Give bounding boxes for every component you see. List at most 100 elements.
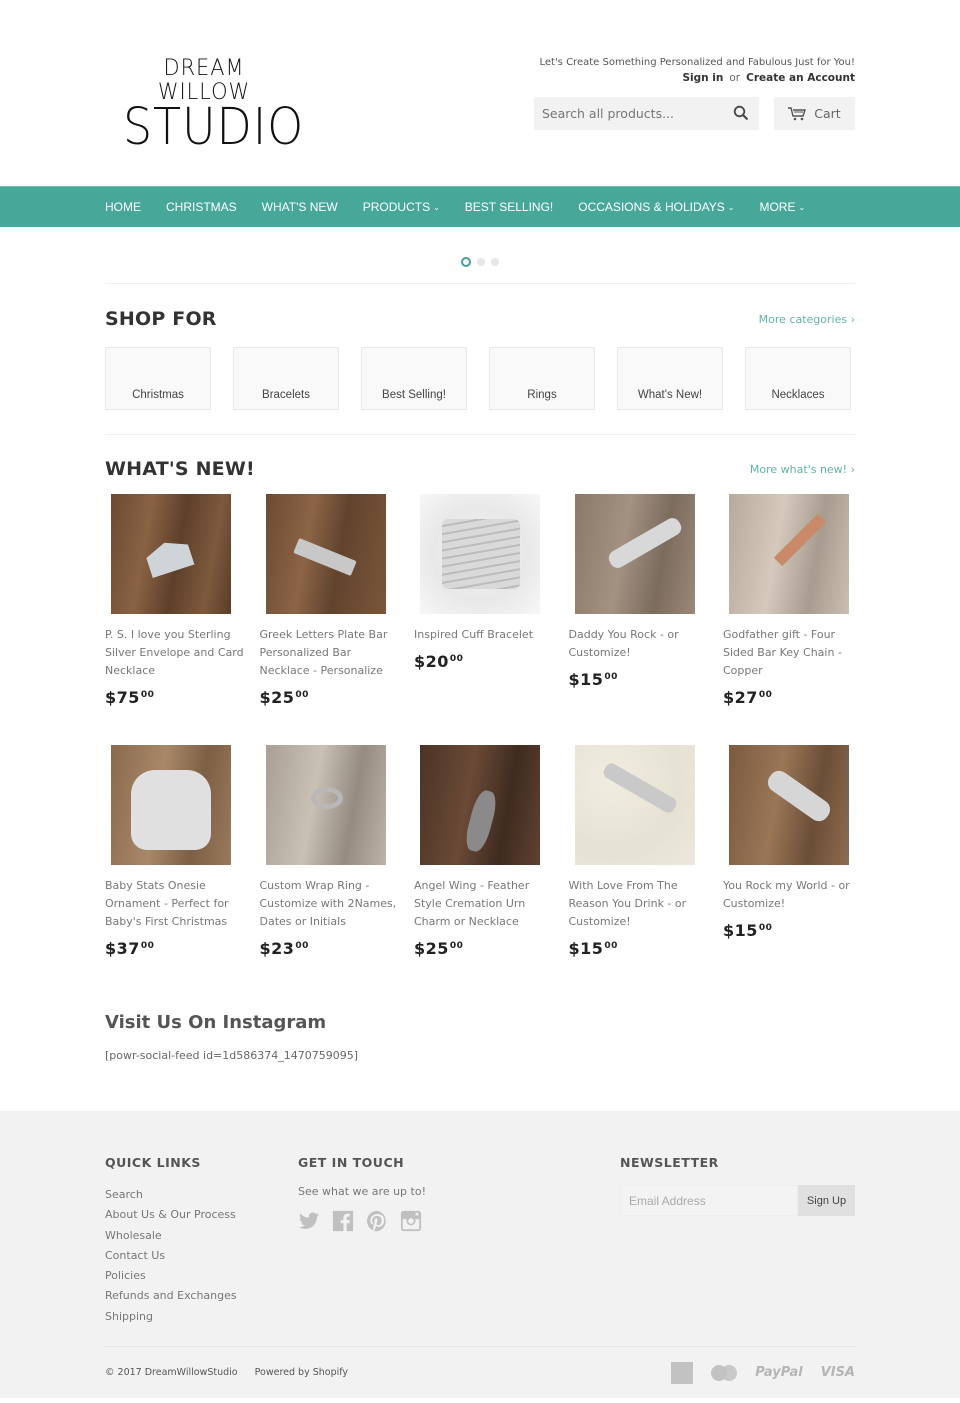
sign-up-button[interactable]: Sign Up xyxy=(798,1185,855,1216)
product-image[interactable] xyxy=(111,494,231,614)
nav-item-products[interactable]: PRODUCTS ⌄ xyxy=(363,200,440,214)
shop-for-title: SHOP FOR xyxy=(105,308,217,330)
product-card[interactable]: Angel Wing - Feather Style Cremation Urn… xyxy=(414,745,554,996)
category-tile[interactable]: Bracelets xyxy=(233,347,339,410)
product-name: You Rock my World - or Customize! xyxy=(723,879,850,910)
quick-links-title: QUICK LINKS xyxy=(105,1155,201,1170)
product-image[interactable] xyxy=(729,494,849,614)
email-field[interactable] xyxy=(620,1185,798,1216)
search-input[interactable] xyxy=(542,106,727,121)
nav-item-home[interactable]: HOME xyxy=(105,200,141,214)
product-image[interactable] xyxy=(574,494,695,614)
product-image[interactable] xyxy=(265,745,386,865)
category-label: What's New! xyxy=(637,389,703,401)
footer-link[interactable]: Wholesale xyxy=(105,1226,298,1246)
category-tile[interactable]: What's New! xyxy=(617,347,723,410)
twitter-icon xyxy=(298,1212,320,1229)
product-image[interactable] xyxy=(111,745,231,865)
product-name: Custom Wrap Ring - Customize with 2Names… xyxy=(259,879,397,928)
product-name: Daddy You Rock - or Customize! xyxy=(568,628,679,659)
category-tile[interactable]: Best Selling! xyxy=(361,347,467,410)
product-price: $2700 xyxy=(723,688,773,707)
product-card[interactable]: With Love From The Reason You Drink - or… xyxy=(569,745,709,996)
pinterest-icon xyxy=(367,1210,386,1232)
product-price: $2300 xyxy=(259,939,309,958)
product-price: $2500 xyxy=(414,939,464,958)
product-image[interactable] xyxy=(729,745,849,865)
footer-link[interactable]: Search xyxy=(105,1185,298,1205)
category-tile[interactable]: Christmas xyxy=(105,347,211,410)
more-whats-new-link[interactable]: More what's new! › xyxy=(750,463,855,476)
facebook-link[interactable] xyxy=(332,1210,354,1235)
product-name: Greek Letters Plate Bar Personalized Bar… xyxy=(259,628,388,677)
whats-new-section: WHAT'S NEW! More what's new! › P. S. I l… xyxy=(105,435,855,996)
footer-link[interactable]: Policies xyxy=(105,1266,298,1286)
main-nav: HOME CHRISTMAS WHAT'S NEW PRODUCTS ⌄ BEST SEL… xyxy=(0,186,960,227)
slider-dot[interactable] xyxy=(461,257,471,267)
more-categories-link[interactable]: More categories › xyxy=(759,313,855,326)
create-account-link[interactable]: Create an Account xyxy=(746,72,855,84)
get-in-touch-text: See what we are up to! xyxy=(298,1185,426,1198)
chevron-down-icon: ⌄ xyxy=(727,202,735,212)
whats-new-title: WHAT'S NEW! xyxy=(105,458,255,480)
mastercard-icon xyxy=(711,1364,738,1381)
nav-item-best-selling[interactable]: BEST SELLING! xyxy=(465,200,553,214)
slider-dot[interactable] xyxy=(491,258,499,266)
product-image[interactable] xyxy=(265,494,386,614)
nav-item-more[interactable]: MORE ⌄ xyxy=(759,200,805,214)
shop-for-section: SHOP FOR More categories › Christmas Brac… xyxy=(105,284,855,435)
nav-item-occasions-holidays[interactable]: OCCASIONS & HOLIDAYS ⌄ xyxy=(578,200,734,214)
instagram-icon xyxy=(400,1210,422,1232)
slider-dot[interactable] xyxy=(477,258,485,266)
product-name: Angel Wing - Feather Style Cremation Urn… xyxy=(414,879,530,928)
footer-bottom: © 2017 DreamWillowStudio Powered by Shop… xyxy=(105,1346,855,1394)
get-in-touch: GET IN TOUCH See what we are up to! xyxy=(298,1155,620,1346)
footer-link[interactable]: Contact Us xyxy=(105,1246,298,1266)
twitter-link[interactable] xyxy=(298,1210,320,1235)
paypal-icon: PayPal xyxy=(755,1365,803,1380)
logo-line-2: STUDIO xyxy=(123,98,305,157)
product-card[interactable]: You Rock my World - or Customize! $1500 xyxy=(723,745,863,996)
product-image[interactable] xyxy=(420,494,540,614)
nav-item-what-s-new[interactable]: WHAT'S NEW xyxy=(262,200,338,214)
instagram-section: Visit Us On Instagram [powr-social-feed … xyxy=(105,996,855,1111)
instagram-shortcode: [powr-social-feed id=1d586374_1470759095… xyxy=(105,1049,359,1062)
product-card[interactable]: Inspired Cuff Bracelet $2000 xyxy=(414,494,554,745)
product-name: Godfather gift - Four Sided Bar Key Chai… xyxy=(723,628,842,677)
footer-link[interactable]: Shipping xyxy=(105,1307,298,1327)
cart-icon xyxy=(788,106,807,120)
social-links xyxy=(298,1210,620,1235)
category-tile[interactable]: Necklaces xyxy=(745,347,851,410)
category-label: Rings xyxy=(527,389,557,401)
product-price: $1500 xyxy=(568,939,618,958)
product-card[interactable]: Baby Stats Onesie Ornament - Perfect for… xyxy=(105,745,245,996)
quick-links: QUICK LINKS Search About Us & Our Process… xyxy=(105,1155,298,1346)
footer-link[interactable]: Refunds and Exchanges xyxy=(105,1286,298,1306)
nav-item-label: WHAT'S NEW xyxy=(261,200,338,214)
product-card[interactable]: Daddy You Rock - or Customize! $1500 xyxy=(569,494,709,745)
category-tile[interactable]: Rings xyxy=(489,347,595,410)
sign-in-link[interactable]: Sign in xyxy=(682,72,723,84)
product-image[interactable] xyxy=(420,745,540,865)
search-icon[interactable] xyxy=(733,105,749,121)
instagram-title: Visit Us On Instagram xyxy=(105,1012,327,1033)
store-logo[interactable]: DREAM WILLOW STUDIO xyxy=(114,57,305,157)
cart-label: Cart xyxy=(814,106,841,121)
chevron-down-icon: ⌄ xyxy=(798,202,806,212)
category-label: Best Selling! xyxy=(382,389,446,401)
product-card[interactable]: Greek Letters Plate Bar Personalized Bar… xyxy=(260,494,400,745)
product-card[interactable]: Godfather gift - Four Sided Bar Key Chai… xyxy=(723,494,863,745)
powered-by-link[interactable]: Powered by Shopify xyxy=(255,1367,348,1378)
category-label: Christmas xyxy=(132,389,184,401)
pinterest-link[interactable] xyxy=(366,1210,388,1235)
product-name: Baby Stats Onesie Ornament - Perfect for… xyxy=(105,879,229,928)
product-price: $3700 xyxy=(105,939,155,958)
product-card[interactable]: Custom Wrap Ring - Customize with 2Names… xyxy=(260,745,400,996)
footer-link[interactable]: About Us & Our Process xyxy=(105,1205,298,1225)
instagram-link[interactable] xyxy=(400,1210,422,1235)
product-price: $1500 xyxy=(723,921,773,940)
product-image[interactable] xyxy=(574,745,695,865)
product-card[interactable]: P. S. I love you Sterling Silver Envelop… xyxy=(105,494,245,745)
nav-item-christmas[interactable]: CHRISTMAS xyxy=(166,200,237,214)
cart-button[interactable]: Cart xyxy=(774,97,855,130)
